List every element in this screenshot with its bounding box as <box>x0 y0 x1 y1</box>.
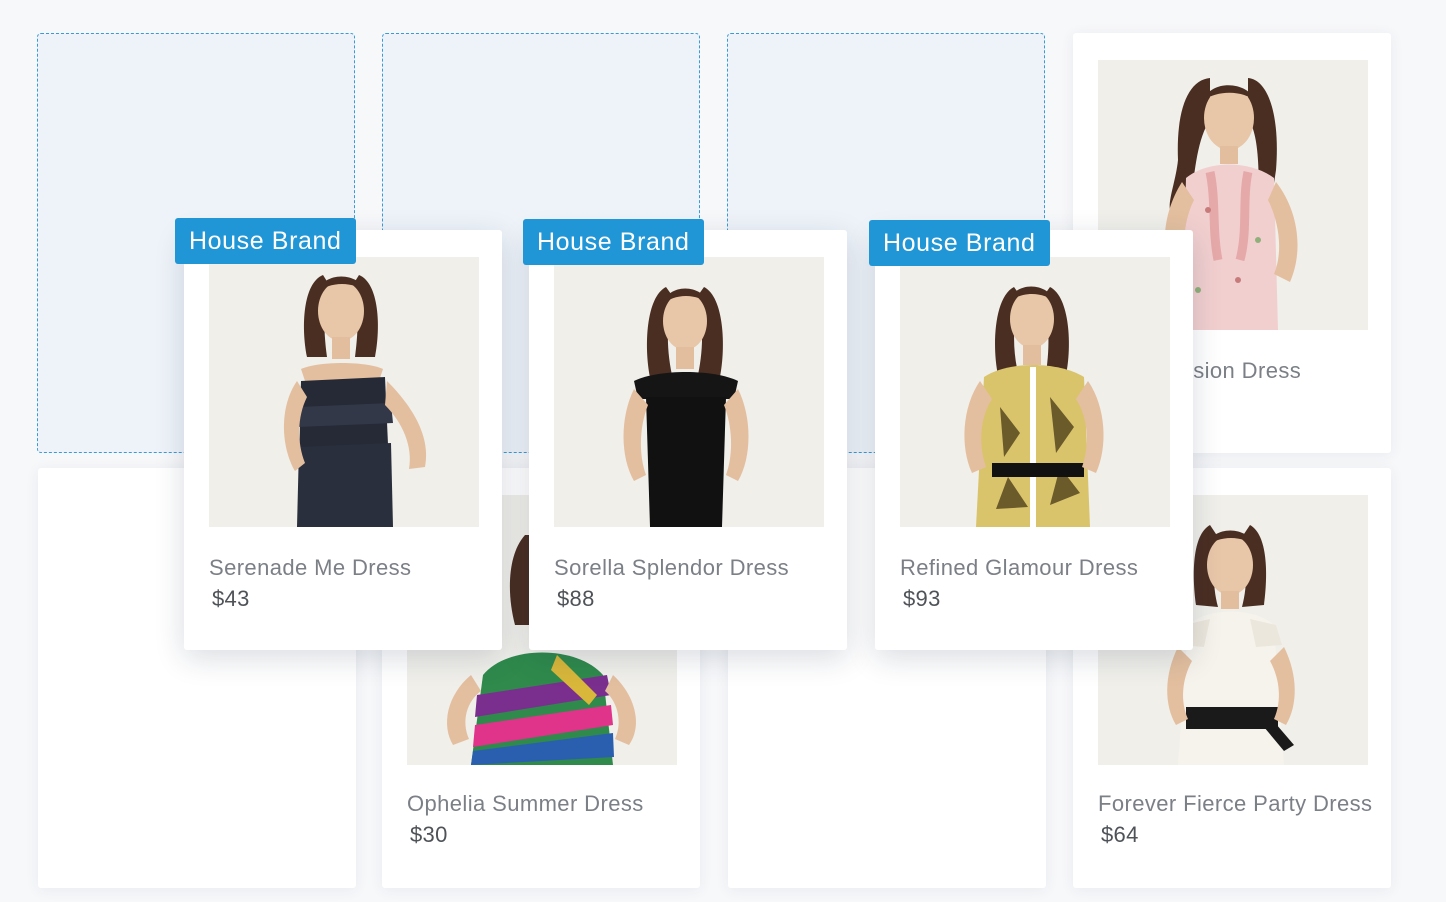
house-brand-badge: House Brand <box>523 219 704 265</box>
product-price: $64 <box>1101 822 1139 847</box>
house-brand-badge: House Brand <box>175 218 356 264</box>
product-name[interactable]: Sorella Splendor Dress <box>554 555 789 581</box>
product-price: $88 <box>557 586 595 611</box>
product-card-refined-glamour[interactable]: Refined Glamour Dress $93 <box>875 230 1193 650</box>
product-photo <box>209 257 479 527</box>
product-price: $43 <box>212 586 250 611</box>
yellow-print-dress-photo <box>900 257 1170 527</box>
product-photo <box>554 257 824 527</box>
product-name[interactable]: Ophelia Summer Dress <box>407 791 644 817</box>
product-card-sorella[interactable]: Sorella Splendor Dress $88 <box>529 230 847 650</box>
product-photo <box>900 257 1170 527</box>
product-price: $30 <box>410 822 448 847</box>
product-price: $93 <box>903 586 941 611</box>
product-name[interactable]: Forever Fierce Party Dress <box>1098 791 1372 817</box>
house-brand-badge: House Brand <box>869 220 1050 266</box>
strapless-ruffle-dress-photo <box>209 257 479 527</box>
product-card-serenade[interactable]: Serenade Me Dress $43 <box>184 230 502 650</box>
product-name[interactable]: Refined Glamour Dress <box>900 555 1138 581</box>
off-shoulder-black-dress-photo <box>554 257 824 527</box>
product-grid: llusion Dress Ophelia Summer Dress $30 F… <box>0 0 1446 902</box>
product-name[interactable]: Serenade Me Dress <box>209 555 411 581</box>
